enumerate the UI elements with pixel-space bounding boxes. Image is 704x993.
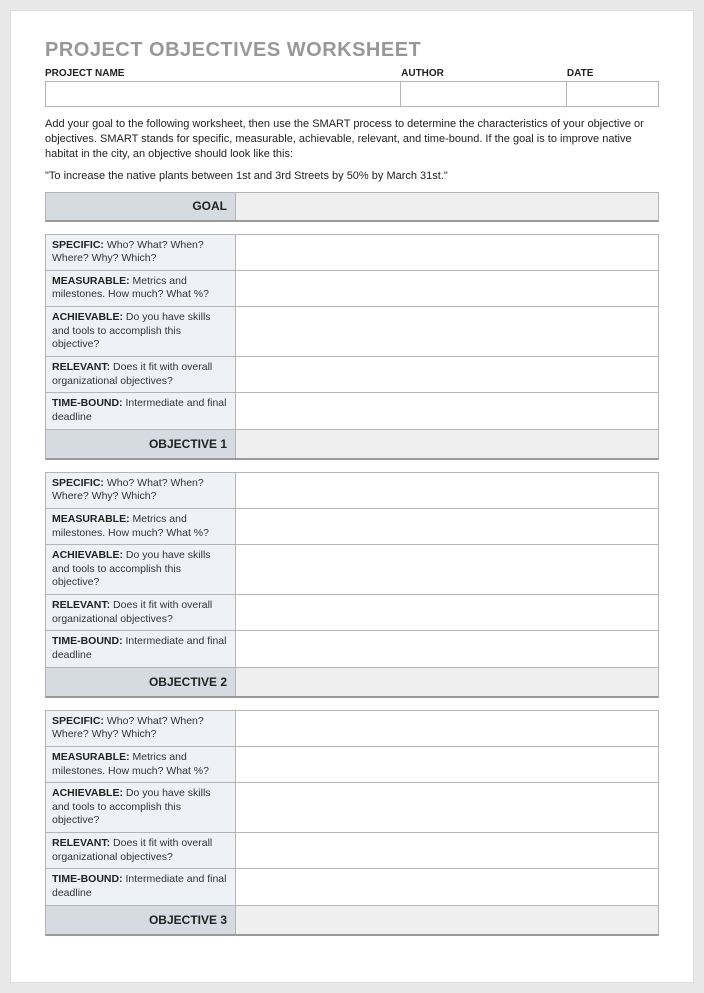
header-row: PROJECT NAME AUTHOR DATE [45,66,659,107]
objective-1-row: OBJECTIVE 1 [46,430,658,458]
objective-3-row: OBJECTIVE 3 [46,906,658,934]
measurable-row: MEASURABLE: Metrics and milestones. How … [46,747,658,783]
achievable-row: ACHIEVABLE: Do you have skills and tools… [46,307,658,357]
relevant-row: RELEVANT: Does it fit with overall organ… [46,595,658,631]
timebound-value-2[interactable] [236,631,658,666]
smart-block-1: SPECIFIC: Who? What? When? Where? Why? W… [45,234,659,460]
achievable-label: ACHIEVABLE: Do you have skills and tools… [46,783,236,832]
achievable-row: ACHIEVABLE: Do you have skills and tools… [46,545,658,595]
specific-row: SPECIFIC: Who? What? When? Where? Why? W… [46,235,658,271]
relevant-value-3[interactable] [236,833,658,868]
timebound-value-1[interactable] [236,393,658,428]
objective-1-value[interactable] [236,430,658,458]
objective-3-value[interactable] [236,906,658,934]
date-input[interactable] [567,81,659,107]
specific-row: SPECIFIC: Who? What? When? Where? Why? W… [46,473,658,509]
relevant-row: RELEVANT: Does it fit with overall organ… [46,833,658,869]
example-text: "To increase the native plants between 1… [45,170,659,182]
specific-label: SPECIFIC: Who? What? When? Where? Why? W… [46,711,236,746]
measurable-row: MEASURABLE: Metrics and milestones. How … [46,509,658,545]
timebound-row: TIME-BOUND: Intermediate and final deadl… [46,869,658,905]
achievable-value-1[interactable] [236,307,658,356]
author-label: AUTHOR [401,66,567,81]
objective-2-label: OBJECTIVE 2 [46,668,236,696]
date-label: DATE [567,66,659,81]
project-name-input[interactable] [45,81,401,107]
achievable-label: ACHIEVABLE: Do you have skills and tools… [46,545,236,594]
specific-value-2[interactable] [236,473,658,508]
worksheet-page: PROJECT OBJECTIVES WORKSHEET PROJECT NAM… [10,10,694,983]
relevant-label: RELEVANT: Does it fit with overall organ… [46,357,236,392]
goal-row: GOAL [45,192,659,222]
instructions-text: Add your goal to the following worksheet… [45,117,659,162]
measurable-value-1[interactable] [236,271,658,306]
goal-value[interactable] [236,193,658,220]
timebound-row: TIME-BOUND: Intermediate and final deadl… [46,631,658,667]
achievable-row: ACHIEVABLE: Do you have skills and tools… [46,783,658,833]
project-name-cell: PROJECT NAME [45,66,401,107]
objective-1-label: OBJECTIVE 1 [46,430,236,458]
measurable-value-2[interactable] [236,509,658,544]
relevant-value-2[interactable] [236,595,658,630]
specific-row: SPECIFIC: Who? What? When? Where? Why? W… [46,711,658,747]
timebound-label: TIME-BOUND: Intermediate and final deadl… [46,393,236,428]
project-name-label: PROJECT NAME [45,66,401,81]
author-input[interactable] [401,81,567,107]
objective-3-label: OBJECTIVE 3 [46,906,236,934]
date-cell: DATE [567,66,659,107]
measurable-row: MEASURABLE: Metrics and milestones. How … [46,271,658,307]
measurable-label: MEASURABLE: Metrics and milestones. How … [46,271,236,306]
specific-label: SPECIFIC: Who? What? When? Where? Why? W… [46,473,236,508]
timebound-value-3[interactable] [236,869,658,904]
relevant-value-1[interactable] [236,357,658,392]
objective-2-row: OBJECTIVE 2 [46,668,658,696]
objective-2-value[interactable] [236,668,658,696]
page-title: PROJECT OBJECTIVES WORKSHEET [45,39,659,62]
goal-label: GOAL [46,193,236,220]
achievable-label: ACHIEVABLE: Do you have skills and tools… [46,307,236,356]
smart-block-3: SPECIFIC: Who? What? When? Where? Why? W… [45,710,659,936]
measurable-value-3[interactable] [236,747,658,782]
relevant-label: RELEVANT: Does it fit with overall organ… [46,595,236,630]
timebound-row: TIME-BOUND: Intermediate and final deadl… [46,393,658,429]
specific-label: SPECIFIC: Who? What? When? Where? Why? W… [46,235,236,270]
relevant-row: RELEVANT: Does it fit with overall organ… [46,357,658,393]
measurable-label: MEASURABLE: Metrics and milestones. How … [46,509,236,544]
relevant-label: RELEVANT: Does it fit with overall organ… [46,833,236,868]
timebound-label: TIME-BOUND: Intermediate and final deadl… [46,869,236,904]
specific-value-3[interactable] [236,711,658,746]
measurable-label: MEASURABLE: Metrics and milestones. How … [46,747,236,782]
specific-value-1[interactable] [236,235,658,270]
smart-block-2: SPECIFIC: Who? What? When? Where? Why? W… [45,472,659,698]
achievable-value-2[interactable] [236,545,658,594]
achievable-value-3[interactable] [236,783,658,832]
timebound-label: TIME-BOUND: Intermediate and final deadl… [46,631,236,666]
author-cell: AUTHOR [401,66,567,107]
